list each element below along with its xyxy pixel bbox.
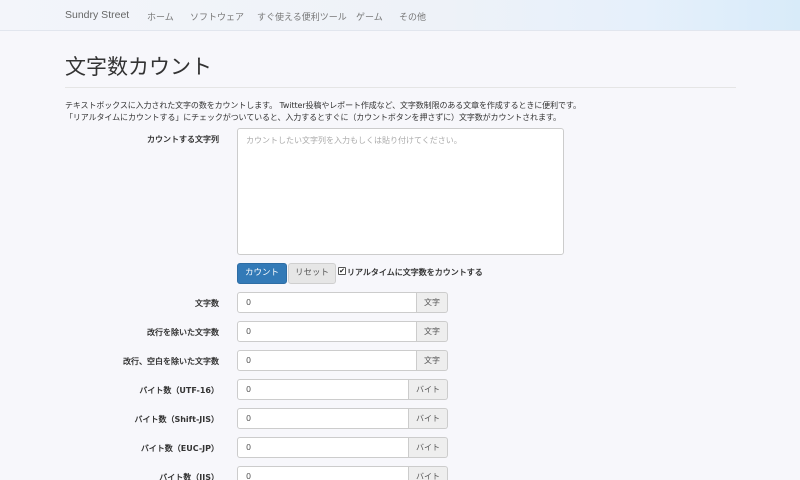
description-line: 「リアルタイムにカウントする」にチェックがついていると、入力するとすぐに（カウン… [65, 113, 561, 122]
unit-addon: 文字 [417, 350, 448, 371]
result-field-no-newline[interactable]: 0 [237, 321, 417, 342]
nav-item-tools[interactable]: すぐ使える便利ツール [257, 10, 347, 23]
brand-link[interactable]: Sundry Street [65, 9, 129, 21]
text-input-label: カウントする文字列 [147, 135, 219, 144]
result-field-chars[interactable]: 0 [237, 292, 417, 313]
unit-addon: バイト [409, 466, 448, 480]
nav-item-home[interactable]: ホーム [147, 10, 174, 23]
result-field-sjis[interactable]: 0 [237, 408, 409, 429]
result-label-sjis: バイト数（Shift-JIS） [134, 415, 219, 424]
text-input[interactable] [237, 128, 564, 255]
result-field-eucjp[interactable]: 0 [237, 437, 409, 458]
result-field-jis[interactable]: 0 [237, 466, 409, 480]
description-line: テキストボックスに入力された文字の数をカウントします。 Twitter投稿やレポ… [65, 101, 581, 110]
unit-addon: 文字 [417, 321, 448, 342]
navbar: Sundry Street ホーム ソフトウェア すぐ使える便利ツール ゲーム … [0, 0, 800, 31]
divider [65, 87, 736, 88]
nav-item-games[interactable]: ゲーム [356, 10, 383, 23]
reset-button[interactable]: リセット [288, 263, 336, 284]
realtime-checkbox[interactable]: ✔ [338, 267, 346, 275]
result-label-eucjp: バイト数（EUC-JP） [140, 444, 219, 453]
result-label-chars: 文字数 [195, 299, 219, 308]
nav-item-software[interactable]: ソフトウェア [190, 10, 244, 23]
result-field-utf16[interactable]: 0 [237, 379, 409, 400]
result-label-no-whitespace: 改行、空白を除いた文字数 [123, 357, 219, 366]
page-title: 文字数カウント [65, 55, 212, 79]
result-field-no-whitespace[interactable]: 0 [237, 350, 417, 371]
result-label-jis: バイト数（JIS） [159, 473, 219, 480]
result-label-no-newline: 改行を除いた文字数 [147, 328, 219, 337]
realtime-checkbox-label[interactable]: リアルタイムに文字数をカウントする [347, 267, 483, 278]
unit-addon: バイト [409, 437, 448, 458]
count-button[interactable]: カウント [237, 263, 287, 284]
unit-addon: バイト [409, 379, 448, 400]
result-label-utf16: バイト数（UTF-16） [139, 386, 219, 395]
unit-addon: 文字 [417, 292, 448, 313]
unit-addon: バイト [409, 408, 448, 429]
nav-item-others[interactable]: その他 [399, 10, 426, 23]
